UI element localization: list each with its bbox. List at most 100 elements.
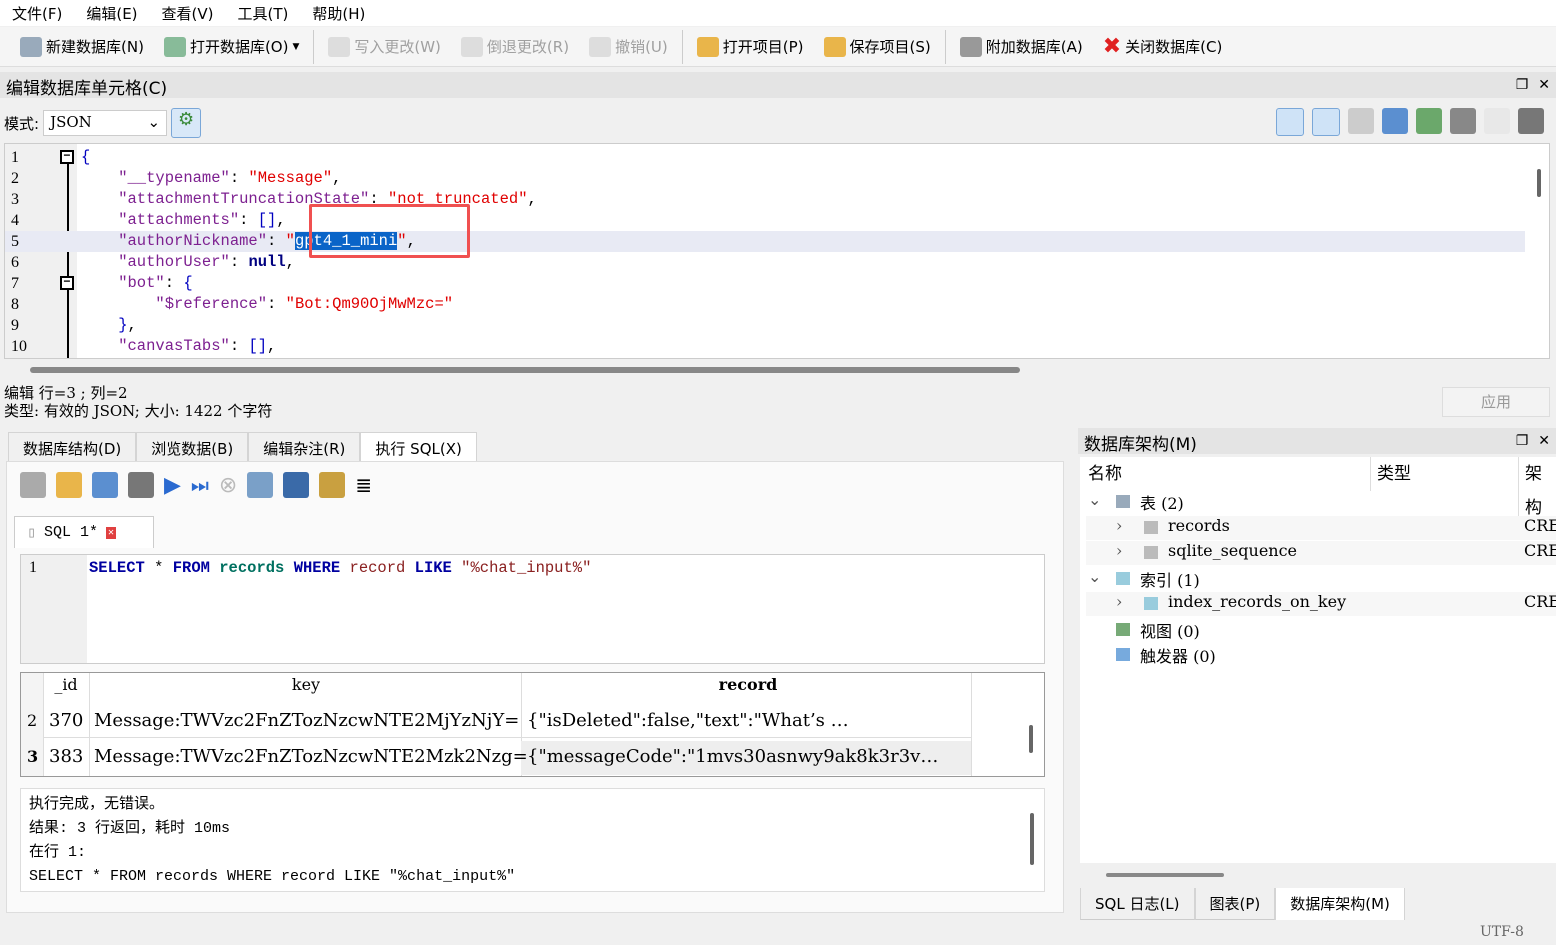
tab-db-structure[interactable]: 数据库结构(D) [8, 432, 137, 464]
schema-header-row: 名称 类型 架构 [1080, 457, 1556, 525]
auto-format-button[interactable]: ⚙ [171, 108, 202, 138]
fold-icon[interactable]: − [60, 276, 74, 290]
menu-file[interactable]: 文件(F) [0, 0, 74, 26]
column-header-id[interactable]: _id [43, 675, 89, 694]
import-icon[interactable] [1348, 108, 1374, 134]
undo-button[interactable]: 撤销(U) [579, 29, 678, 65]
open-database-button[interactable]: 打开数据库(O) ▼ [154, 29, 309, 65]
tab-sql-log[interactable]: SQL 日志(L) [1080, 888, 1195, 920]
expand-arrow-icon[interactable]: › [1116, 592, 1122, 611]
open-project-button[interactable]: 打开项目(P) [687, 29, 814, 65]
editor-status: 编辑 行=3 ; 列=2 类型: 有效的 JSON; 大小: 1422 个字符 [4, 384, 272, 420]
cell-key: Message:TWVzc2FnZTozNzcwNTE2Mzk2Nzg= [94, 746, 528, 767]
menu-help[interactable]: 帮助(H) [300, 0, 377, 26]
print-icon[interactable] [128, 472, 154, 498]
tree-views[interactable]: 视图 (0) [1086, 618, 1556, 642]
close-database-button[interactable]: ✖ 关闭数据库(C) [1093, 29, 1233, 65]
tree-indexes[interactable]: ⌄ 索引 (1) [1086, 567, 1556, 591]
print-icon[interactable] [1518, 108, 1544, 134]
sql-token: * [144, 559, 173, 577]
tab-edit-pragmas[interactable]: 编辑杂注(R) [248, 432, 361, 464]
column-name[interactable]: 名称 [1088, 457, 1122, 491]
open-tab-icon[interactable] [20, 472, 46, 498]
menu-view[interactable]: 查看(V) [150, 0, 226, 26]
save-sql-icon[interactable] [92, 472, 118, 498]
results-grid[interactable]: _id key record 2 370 Message:TWVzc2FnZTo… [20, 672, 1045, 777]
write-changes-button[interactable]: 写入更改(W) [318, 29, 451, 65]
tree-index-records-key[interactable]: › index_records_on_key CRE [1086, 592, 1556, 616]
stop-icon[interactable]: ⊗ [219, 473, 237, 498]
save-results-icon[interactable] [247, 472, 274, 498]
code-line: 1{ [5, 147, 1525, 168]
eval-icon[interactable] [1484, 108, 1510, 134]
schema-scrollbar[interactable] [1106, 873, 1224, 877]
token: "bot" [81, 274, 165, 292]
save-project-button[interactable]: 保存项目(S) [814, 29, 941, 65]
execute-line-icon[interactable]: ⏭ [191, 473, 209, 497]
apply-button[interactable]: 应用 [1442, 387, 1550, 417]
tab-db-schema[interactable]: 数据库架构(M) [1275, 888, 1405, 920]
float-icon[interactable]: ❐ [1516, 433, 1529, 449]
close-icon[interactable]: ✕ [1538, 77, 1550, 93]
attach-database-button[interactable]: 附加数据库(A) [950, 29, 1093, 65]
expand-arrow-icon[interactable]: ⌄ [1088, 490, 1101, 509]
expand-arrow-icon[interactable]: › [1116, 516, 1122, 535]
close-tab-icon[interactable]: ✕ [106, 526, 117, 539]
tree-table-records[interactable]: › records CRE [1086, 515, 1556, 540]
column-header-key[interactable]: key [91, 675, 521, 694]
horizontal-scrollbar[interactable] [30, 367, 1020, 373]
link-icon[interactable] [1450, 108, 1476, 134]
comment-icon[interactable]: ≣ [355, 473, 372, 497]
close-icon[interactable]: ✕ [1538, 433, 1550, 449]
column-header-record[interactable]: record [523, 675, 973, 694]
menu-edit[interactable]: 编辑(E) [74, 0, 149, 26]
export-icon[interactable] [1382, 108, 1408, 134]
dropdown-arrow-icon[interactable]: ▼ [292, 42, 299, 52]
new-database-button[interactable]: 新建数据库(N) [10, 29, 154, 65]
vertical-scrollbar[interactable] [1537, 169, 1541, 197]
view-icon [1116, 622, 1130, 636]
column-type[interactable]: 类型 [1370, 457, 1411, 491]
sql-tab[interactable]: ▯ SQL 1* ✕ [14, 516, 154, 548]
sql-token: record [349, 559, 406, 577]
open-sql-icon[interactable] [56, 472, 82, 498]
execute-icon[interactable]: ▶ [164, 473, 181, 498]
close-x-icon: ✖ [1102, 34, 1122, 59]
message-scrollbar[interactable] [1030, 813, 1034, 865]
revert-changes-button[interactable]: 倒退更改(R) [451, 29, 579, 65]
set-null-icon[interactable] [1416, 108, 1442, 134]
tree-table-sqlite-sequence[interactable]: › sqlite_sequence CRE [1086, 541, 1556, 565]
cell-editor[interactable]: 1{2 "__typename": "Message", 3 "attachmen… [4, 143, 1550, 359]
trigger-icon [1116, 648, 1130, 661]
line-number: 2 [11, 170, 19, 187]
results-scrollbar[interactable] [1029, 725, 1033, 753]
menu-tools[interactable]: 工具(T) [226, 0, 301, 26]
tab-plot[interactable]: 图表(P) [1194, 888, 1276, 920]
sql-editor[interactable]: 1 SELECT * FROM records WHERE record LIK… [20, 554, 1045, 664]
message-line: SELECT * FROM records WHERE record LIKE … [29, 868, 516, 885]
cell-record: {"messageCode":"1mvs30asnwy9ak8k3r3v… [527, 746, 939, 767]
indent-icon[interactable] [1312, 108, 1340, 136]
mode-select[interactable]: JSON ⌄ [43, 110, 168, 136]
token: null [248, 253, 286, 271]
tree-tables[interactable]: ⌄ 表 (2) [1086, 490, 1556, 514]
word-wrap-icon[interactable] [1276, 108, 1304, 136]
fold-icon[interactable]: − [60, 150, 74, 164]
table-row[interactable]: 3 383 Message:TWVzc2FnZTozNzcwNTE2Mzk2Nz… [21, 741, 971, 775]
table-icon [1116, 495, 1130, 508]
expand-arrow-icon[interactable]: ⌄ [1088, 567, 1101, 586]
find-icon[interactable] [283, 472, 310, 498]
code-line: 5 "authorNickname": "gpt4_1_mini", [5, 231, 1525, 252]
new-database-icon [20, 36, 42, 57]
replace-icon[interactable] [319, 472, 346, 498]
token: } [81, 316, 128, 334]
expand-arrow-icon[interactable]: › [1116, 541, 1122, 560]
code-text: { [81, 147, 90, 168]
float-icon[interactable]: ❐ [1516, 77, 1529, 93]
tree-triggers[interactable]: 触发器 (0) [1086, 643, 1556, 667]
tab-browse-data[interactable]: 浏览数据(B) [136, 432, 249, 464]
tab-execute-sql[interactable]: 执行 SQL(X) [360, 432, 477, 464]
index-icon [1116, 571, 1130, 585]
table-row[interactable]: 2 370 Message:TWVzc2FnZTozNzcwNTE2MjYzNj… [21, 707, 971, 737]
mode-value: JSON [50, 113, 92, 131]
